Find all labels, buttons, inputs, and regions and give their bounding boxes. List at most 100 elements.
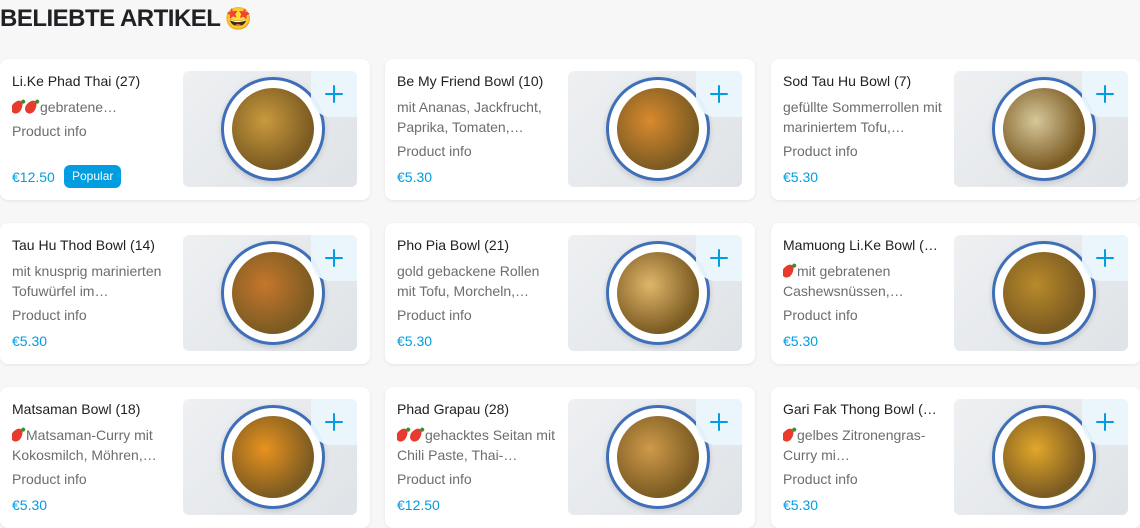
product-card[interactable]: Mamuong Li.Ke Bowl (… mit gebratenen Cash…	[771, 223, 1140, 364]
product-image[interactable]	[954, 71, 1128, 187]
section-heading: BELIEBTE ARTIKEL 🤩	[0, 2, 252, 36]
product-image[interactable]	[954, 399, 1128, 515]
product-card[interactable]: Gari Fak Thong Bowl (… gelbes Zitronengra…	[771, 387, 1140, 528]
product-card[interactable]: Li.Ke Phad Thai (27) gebratene… Product in…	[0, 59, 370, 200]
chili-pepper-icon	[12, 98, 26, 116]
product-price: €5.30	[397, 333, 433, 349]
add-to-cart-button[interactable]	[311, 71, 357, 117]
product-info-link[interactable]: Product info	[783, 305, 943, 325]
chili-pepper-icon	[783, 426, 797, 444]
chili-pepper-icon	[397, 426, 411, 444]
product-info-link[interactable]: Product info	[12, 305, 172, 325]
food-bowl	[221, 241, 325, 345]
product-card[interactable]: Tau Hu Thod Bowl (14) mit knusprig marini…	[0, 223, 370, 364]
food-bowl	[992, 405, 1096, 509]
chili-pepper-icon	[783, 262, 797, 280]
product-info: Tau Hu Thod Bowl (14) mit knusprig marini…	[12, 235, 172, 325]
product-description-text: mit gebratenen Cashewsnüssen,…	[783, 263, 904, 299]
product-name: Phad Grapau (28)	[397, 401, 510, 417]
popular-badge: Popular	[64, 165, 122, 188]
add-to-cart-button[interactable]	[311, 235, 357, 281]
food-bowl	[221, 77, 325, 181]
plus-icon	[710, 249, 728, 267]
product-name: Pho Pia Bowl (21)	[397, 237, 510, 253]
product-info-link[interactable]: Product info	[397, 305, 557, 325]
add-to-cart-button[interactable]	[1082, 399, 1128, 445]
food-bowl	[221, 405, 325, 509]
food-bowl	[606, 77, 710, 181]
product-info-link[interactable]: Product info	[12, 121, 172, 141]
product-price: €12.50	[12, 169, 55, 185]
product-name: Gari Fak Thong Bowl (…	[783, 401, 937, 417]
product-image[interactable]	[568, 399, 742, 515]
product-description: gelbes Zitronengras-Curry mi…	[783, 425, 943, 465]
plus-icon	[710, 413, 728, 431]
food-bowl	[606, 405, 710, 509]
product-name: Mamuong Li.Ke Bowl (…	[783, 237, 938, 253]
add-to-cart-button[interactable]	[1082, 235, 1128, 281]
product-info: Li.Ke Phad Thai (27) gebratene… Product in…	[12, 71, 172, 141]
product-name: Tau Hu Thod Bowl (14)	[12, 237, 155, 253]
food-bowl	[606, 241, 710, 345]
food	[617, 88, 699, 170]
product-image[interactable]	[568, 235, 742, 351]
product-description-text: mit Ananas, Jackfrucht, Paprika, Tomaten…	[397, 99, 542, 135]
product-image[interactable]	[183, 235, 357, 351]
add-to-cart-button[interactable]	[696, 235, 742, 281]
food	[1003, 252, 1085, 334]
product-description-text: gefüllte Sommerrollen mit mariniertem To…	[783, 99, 942, 135]
product-description-text: gebratene…	[40, 99, 118, 115]
product-info-link[interactable]: Product info	[397, 469, 557, 489]
add-to-cart-button[interactable]	[696, 399, 742, 445]
product-card[interactable]: Phad Grapau (28) gehacktes Seitan mit Chi…	[385, 387, 755, 528]
star-struck-emoji: 🤩	[224, 6, 252, 32]
product-image[interactable]	[954, 235, 1128, 351]
add-to-cart-button[interactable]	[696, 71, 742, 117]
product-card[interactable]: Pho Pia Bowl (21) gold gebackene Rollen m…	[385, 223, 755, 364]
product-name: Sod Tau Hu Bowl (7)	[783, 73, 912, 89]
plus-icon	[325, 413, 343, 431]
plus-icon	[1096, 413, 1114, 431]
product-info-link[interactable]: Product info	[783, 141, 943, 161]
product-info-link[interactable]: Product info	[397, 141, 557, 161]
product-description-text: mit knusprig marinierten Tofuwürfel im…	[12, 263, 162, 299]
food	[1003, 416, 1085, 498]
add-to-cart-button[interactable]	[311, 399, 357, 445]
food	[232, 88, 314, 170]
product-image[interactable]	[568, 71, 742, 187]
product-description-text: Matsaman-Curry mit Kokosmilch, Möhren,…	[12, 427, 157, 463]
product-description: mit knusprig marinierten Tofuwürfel im…	[12, 261, 172, 301]
plus-icon	[325, 85, 343, 103]
product-card[interactable]: Matsaman Bowl (18) Matsaman-Curry mit Kok…	[0, 387, 370, 528]
product-info-link[interactable]: Product info	[783, 469, 943, 489]
product-description: Matsaman-Curry mit Kokosmilch, Möhren,…	[12, 425, 172, 465]
product-description: gebratene…	[12, 97, 172, 117]
food	[232, 416, 314, 498]
plus-icon	[1096, 85, 1114, 103]
plus-icon	[325, 249, 343, 267]
product-card[interactable]: Sod Tau Hu Bowl (7) gefüllte Sommerrollen…	[771, 59, 1140, 200]
food	[617, 252, 699, 334]
product-card[interactable]: Be My Friend Bowl (10) mit Ananas, Jackfr…	[385, 59, 755, 200]
section-title: BELIEBTE ARTIKEL	[0, 5, 221, 32]
product-price: €5.30	[783, 169, 819, 185]
product-price: €5.30	[397, 169, 433, 185]
food	[1003, 88, 1085, 170]
product-description-text: gelbes Zitronengras-Curry mi…	[783, 427, 926, 463]
plus-icon	[1096, 249, 1114, 267]
product-price: €12.50	[397, 497, 440, 513]
food-bowl	[992, 241, 1096, 345]
product-info: Phad Grapau (28) gehacktes Seitan mit Chi…	[397, 399, 557, 489]
product-name: Be My Friend Bowl (10)	[397, 73, 544, 89]
add-to-cart-button[interactable]	[1082, 71, 1128, 117]
product-image[interactable]	[183, 399, 357, 515]
product-info-link[interactable]: Product info	[12, 469, 172, 489]
food-bowl	[992, 77, 1096, 181]
product-description-text: gold gebackene Rollen mit Tofu, Morcheln…	[397, 263, 540, 299]
product-description: mit Ananas, Jackfrucht, Paprika, Tomaten…	[397, 97, 557, 137]
chili-pepper-icon	[12, 426, 26, 444]
product-info: Pho Pia Bowl (21) gold gebackene Rollen m…	[397, 235, 557, 325]
food	[617, 416, 699, 498]
product-image[interactable]	[183, 71, 357, 187]
product-description: gehacktes Seitan mit Chili Paste, Thai-…	[397, 425, 557, 465]
